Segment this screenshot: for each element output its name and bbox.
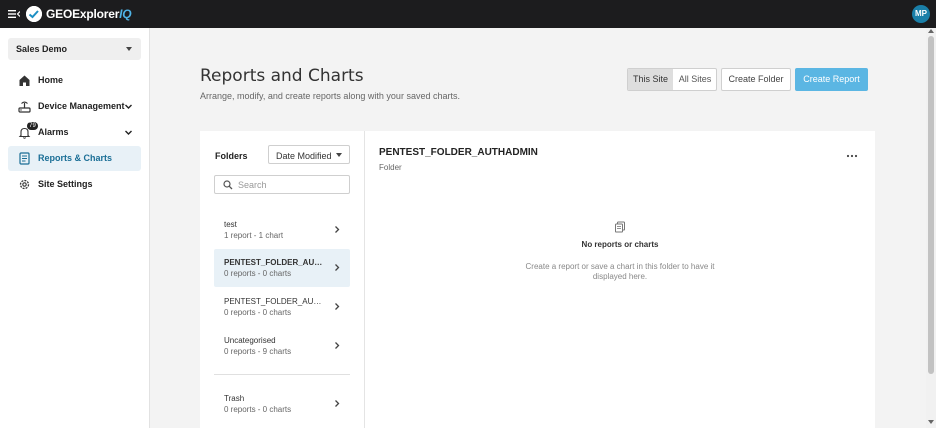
app-logo[interactable]: GEOExplorerIQ xyxy=(46,7,132,21)
scroll-down-arrow-icon[interactable] xyxy=(928,420,934,424)
caret-down-icon xyxy=(336,153,342,157)
this-site-tab[interactable]: This Site xyxy=(628,69,673,90)
create-folder-button[interactable]: Create Folder xyxy=(721,68,791,91)
folder-name: PENTEST_FOLDER_AUTHADMIN xyxy=(224,258,324,267)
folder-meta: 0 reports - 0 charts xyxy=(224,405,292,414)
collapse-menu-icon[interactable] xyxy=(8,8,20,20)
page-subtitle: Arrange, modify, and create reports alon… xyxy=(200,91,460,101)
folders-heading: Folders xyxy=(215,151,248,161)
more-options-icon[interactable] xyxy=(845,153,859,159)
search-input[interactable] xyxy=(238,178,346,192)
sidebar-item-site-settings[interactable]: Site Settings xyxy=(8,172,141,197)
folder-detail-type: Folder xyxy=(379,163,402,172)
sidebar-item-device-management[interactable]: Device Management xyxy=(8,94,141,119)
device-icon xyxy=(18,101,31,113)
all-sites-tab[interactable]: All Sites xyxy=(673,69,716,90)
folder-item-trash[interactable]: Trash 0 reports - 0 charts xyxy=(214,385,350,423)
folder-name: test xyxy=(224,220,237,229)
sort-select[interactable]: Date Modified xyxy=(268,145,350,164)
site-selector[interactable]: Sales Demo xyxy=(8,38,141,60)
report-icon xyxy=(19,152,30,165)
brand-suffix: IQ xyxy=(119,7,132,21)
sidebar-item-label: Alarms xyxy=(38,127,69,137)
sidebar-item-label: Home xyxy=(38,75,64,85)
page-scrollbar[interactable] xyxy=(926,28,936,428)
folder-item-pentest-authro[interactable]: PENTEST_FOLDER_AUTHRO 0 reports - 0 char… xyxy=(214,288,350,326)
page-title: Reports and Charts xyxy=(200,66,364,86)
sort-select-value: Date Modified xyxy=(276,151,332,161)
folder-name: PENTEST_FOLDER_AUTHRO xyxy=(224,297,324,306)
folder-meta: 0 reports - 9 charts xyxy=(224,347,292,356)
folder-meta: 0 reports - 0 charts xyxy=(224,308,292,317)
folder-name: Uncategorised xyxy=(224,336,276,345)
sidebar-item-home[interactable]: Home xyxy=(8,68,141,93)
folder-item-uncategorised[interactable]: Uncategorised 0 reports - 9 charts xyxy=(214,327,350,365)
sidebar-item-reports-charts[interactable]: Reports & Charts xyxy=(8,146,141,171)
alarm-count-badge: 79 xyxy=(27,122,38,130)
empty-documents-icon xyxy=(615,221,625,233)
folder-item-pentest-authadmin[interactable]: PENTEST_FOLDER_AUTHADMIN 0 reports - 0 c… xyxy=(214,249,350,287)
logo-icon xyxy=(26,6,42,22)
search-icon xyxy=(223,180,233,190)
chevron-right-icon xyxy=(335,226,340,233)
folder-name: Trash xyxy=(224,394,245,403)
scroll-up-arrow-icon[interactable] xyxy=(928,29,934,33)
gear-icon xyxy=(19,179,30,190)
folders-panel: Folders Date Modified test 1 report - 1 … xyxy=(200,131,365,428)
folder-meta: 0 reports - 0 charts xyxy=(224,269,292,278)
sidebar-item-alarms[interactable]: 79 Alarms xyxy=(8,120,141,145)
chevron-right-icon xyxy=(335,342,340,349)
site-selector-value: Sales Demo xyxy=(16,44,68,54)
folder-detail-panel: PENTEST_FOLDER_AUTHADMIN Folder No repor… xyxy=(365,131,875,428)
sidebar-item-label: Device Management xyxy=(38,101,125,111)
search-box xyxy=(214,175,350,194)
folder-detail-title: PENTEST_FOLDER_AUTHADMIN xyxy=(379,147,538,158)
scrollbar-thumb[interactable] xyxy=(928,36,934,374)
folder-meta: 1 report - 1 chart xyxy=(224,231,284,240)
chevron-right-icon xyxy=(335,303,340,310)
chevron-right-icon xyxy=(335,264,340,271)
home-icon xyxy=(19,75,30,86)
empty-state-description: Create a report or save a chart in this … xyxy=(525,262,715,281)
folder-item-test[interactable]: test 1 report - 1 chart xyxy=(214,211,350,249)
chevron-down-icon xyxy=(125,104,132,109)
user-avatar[interactable]: MP xyxy=(912,5,930,23)
brand-main: GEOExplorer xyxy=(46,7,120,21)
sidebar-item-label: Site Settings xyxy=(38,179,93,189)
caret-down-icon xyxy=(126,47,132,51)
folder-list-divider xyxy=(214,374,350,375)
chevron-right-icon xyxy=(335,400,340,407)
chevron-down-icon xyxy=(125,130,132,135)
sidebar: Sales Demo Home Device Management 79 Ala… xyxy=(0,28,150,428)
create-report-button[interactable]: Create Report xyxy=(795,68,868,91)
sidebar-item-label: Reports & Charts xyxy=(38,153,113,163)
empty-state-title: No reports or charts xyxy=(581,240,659,249)
top-bar: GEOExplorerIQ MP xyxy=(0,0,936,28)
scope-toggle: This Site All Sites xyxy=(627,68,717,91)
